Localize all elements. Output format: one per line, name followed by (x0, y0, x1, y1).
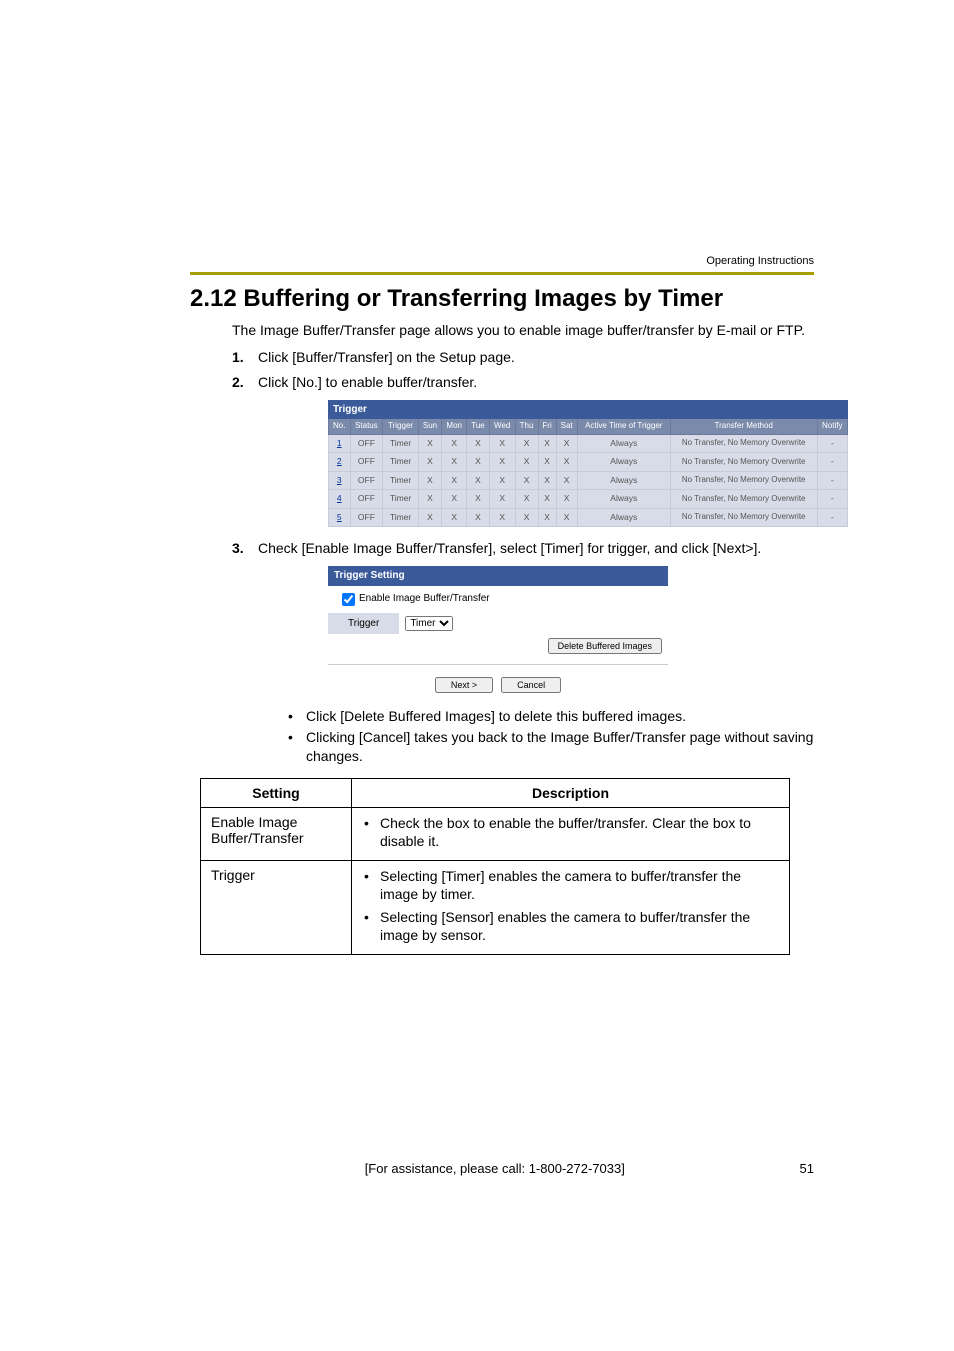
table-row: 1OFFTimerXXXXXXXAlwaysNo Transfer, No Me… (329, 434, 848, 452)
trigger-table-embed: Trigger No.StatusTriggerSunMonTueWedThuF… (328, 400, 814, 528)
step-text: Click [Buffer/Transfer] on the Setup pag… (258, 349, 515, 365)
trigger-header-cell: Notify (817, 419, 847, 435)
header-divider (190, 272, 814, 275)
intro-paragraph: The Image Buffer/Transfer page allows yo… (232, 321, 814, 340)
desc-head-setting: Setting (201, 778, 352, 807)
note-item: Click [Delete Buffered Images] to delete… (284, 707, 814, 726)
trigger-header-cell: Wed (489, 419, 515, 435)
desc-setting-0: Enable Image Buffer/Transfer (201, 807, 352, 860)
trigger-select[interactable]: Timer (405, 616, 453, 631)
step-number: 3. (232, 539, 244, 558)
step-number: 2. (232, 373, 244, 392)
table-row: 3OFFTimerXXXXXXXAlwaysNo Transfer, No Me… (329, 471, 848, 489)
trigger-header-cell: Transfer Method (670, 419, 817, 435)
trigger-table-title: Trigger (329, 400, 848, 419)
table-row: 4OFFTimerXXXXXXXAlwaysNo Transfer, No Me… (329, 490, 848, 508)
desc-setting-1: Trigger (201, 861, 352, 955)
trigger-row-link[interactable]: 5 (337, 512, 342, 522)
trigger-header-cell: Thu (515, 419, 538, 435)
desc-item: Check the box to enable the buffer/trans… (362, 814, 779, 850)
trigger-header-cell: Fri (538, 419, 556, 435)
desc-item: Selecting [Sensor] enables the camera to… (362, 908, 779, 944)
trigger-header-cell: Tue (467, 419, 490, 435)
step-text: Click [No.] to enable buffer/transfer. (258, 374, 477, 390)
trigger-header-cell: Sat (556, 419, 577, 435)
trigger-select-label: Trigger (328, 613, 399, 635)
step-number: 1. (232, 348, 244, 367)
desc-head-description: Description (352, 778, 790, 807)
trigger-header-cell: No. (329, 419, 351, 435)
footer-assistance: [For assistance, please call: 1-800-272-… (190, 1161, 800, 1176)
step-2: 2. Click [No.] to enable buffer/transfer… (232, 373, 814, 528)
desc-value-0: Check the box to enable the buffer/trans… (352, 807, 790, 860)
trigger-header-cell: Trigger (383, 419, 418, 435)
trigger-header-cell: Active Time of Trigger (577, 419, 670, 435)
footer-page-number: 51 (800, 1161, 814, 1176)
trigger-row-link[interactable]: 3 (337, 475, 342, 485)
table-row: 2OFFTimerXXXXXXXAlwaysNo Transfer, No Me… (329, 453, 848, 471)
header-breadcrumb: Operating Instructions (706, 255, 814, 267)
trigger-header-cell: Status (350, 419, 383, 435)
cancel-button[interactable]: Cancel (501, 677, 561, 693)
desc-value-1: Selecting [Timer] enables the camera to … (352, 861, 790, 955)
step-3: 3. Check [Enable Image Buffer/Transfer],… (232, 539, 814, 766)
next-button[interactable]: Next > (435, 677, 493, 693)
step-1: 1. Click [Buffer/Transfer] on the Setup … (232, 348, 814, 367)
trigger-row-link[interactable]: 4 (337, 493, 342, 503)
page-footer: [For assistance, please call: 1-800-272-… (190, 1161, 814, 1176)
description-table: Setting Description Enable Image Buffer/… (200, 778, 790, 955)
trigger-setting-embed: Trigger Setting Enable Image Buffer/Tran… (328, 566, 668, 697)
table-row: 5OFFTimerXXXXXXXAlwaysNo Transfer, No Me… (329, 508, 848, 526)
enable-buffer-checkbox[interactable] (342, 593, 355, 606)
trigger-header-cell: Sun (418, 419, 441, 435)
delete-buffered-images-button[interactable]: Delete Buffered Images (548, 638, 662, 654)
trigger-row-link[interactable]: 1 (337, 438, 342, 448)
desc-item: Selecting [Timer] enables the camera to … (362, 867, 779, 903)
enable-buffer-label: Enable Image Buffer/Transfer (359, 592, 490, 606)
note-item: Clicking [Cancel] takes you back to the … (284, 728, 814, 766)
trigger-header-cell: Mon (442, 419, 467, 435)
trigger-setting-title: Trigger Setting (328, 566, 668, 586)
step-text: Check [Enable Image Buffer/Transfer], se… (258, 540, 761, 556)
trigger-row-link[interactable]: 2 (337, 456, 342, 466)
page-title: 2.12 Buffering or Transferring Images by… (190, 285, 814, 313)
